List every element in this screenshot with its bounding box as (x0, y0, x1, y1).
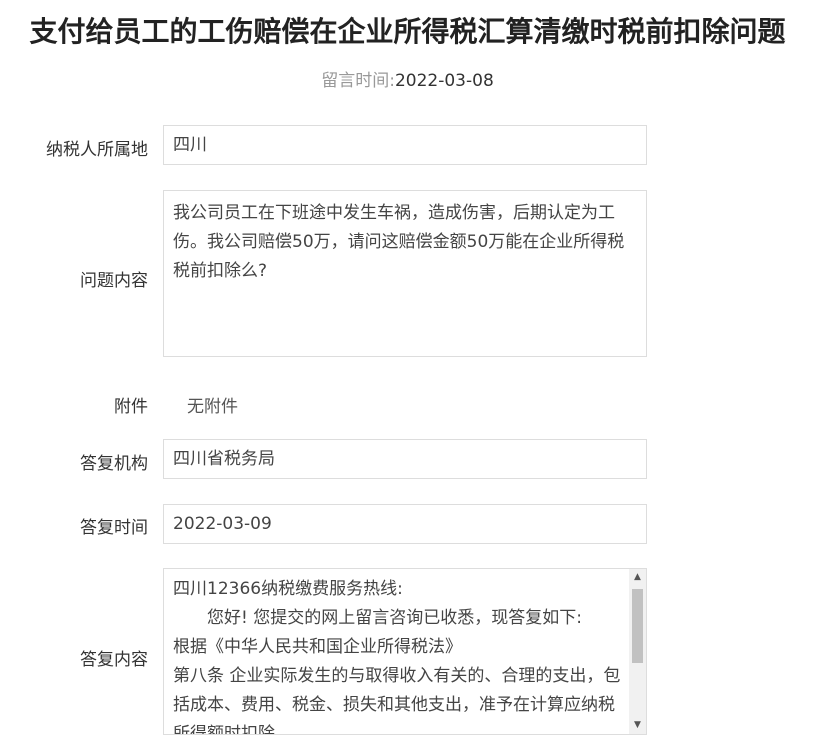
reply-org-label: 答复机构 (80, 454, 148, 474)
reply-time-label: 答复时间 (80, 518, 148, 538)
reply-line: 根据《中华人民共和国企业所得税法》 (173, 637, 462, 657)
scroll-up-arrow-icon[interactable]: ▲ (629, 569, 646, 586)
question-label: 问题内容 (80, 271, 148, 291)
question-field[interactable]: 我公司员工在下班途中发生车祸，造成伤害，后期认定为工伤。我公司赔偿50万，请问这… (163, 190, 647, 357)
message-time-value: 2022-03-08 (394, 71, 494, 91)
reply-line: 第八条 企业实际发生的与取得收入有关的、合理的支出，包括成本、费用、税金、损失和… (173, 666, 621, 735)
attachment-value: 无附件 (187, 397, 238, 417)
reply-content-field[interactable]: 四川12366纳税缴费服务热线: 您好! 您提交的网上留言咨询已收悉，现答复如下… (163, 568, 647, 735)
message-time: 留言时间:2022-03-08 (0, 66, 815, 91)
reply-scrollbar[interactable]: ▲ ▼ (629, 569, 646, 734)
reply-time-field[interactable]: 2022-03-09 (163, 504, 647, 544)
reply-line: 您好! 您提交的网上留言咨询已收悉，现答复如下: (173, 608, 582, 628)
scroll-thumb[interactable] (632, 589, 643, 663)
message-time-label: 留言时间: (321, 71, 395, 91)
page-title: 支付给员工的工伤赔偿在企业所得税汇算清缴时税前扣除问题 (29, 15, 786, 48)
reply-line: 四川12366纳税缴费服务热线: (173, 579, 403, 599)
region-label: 纳税人所属地 (46, 140, 148, 160)
attachment-label: 附件 (114, 397, 148, 417)
scroll-down-arrow-icon[interactable]: ▼ (629, 717, 646, 734)
reply-content-label: 答复内容 (80, 650, 148, 670)
region-field[interactable]: 四川 (163, 125, 647, 165)
reply-org-field[interactable]: 四川省税务局 (163, 439, 647, 479)
